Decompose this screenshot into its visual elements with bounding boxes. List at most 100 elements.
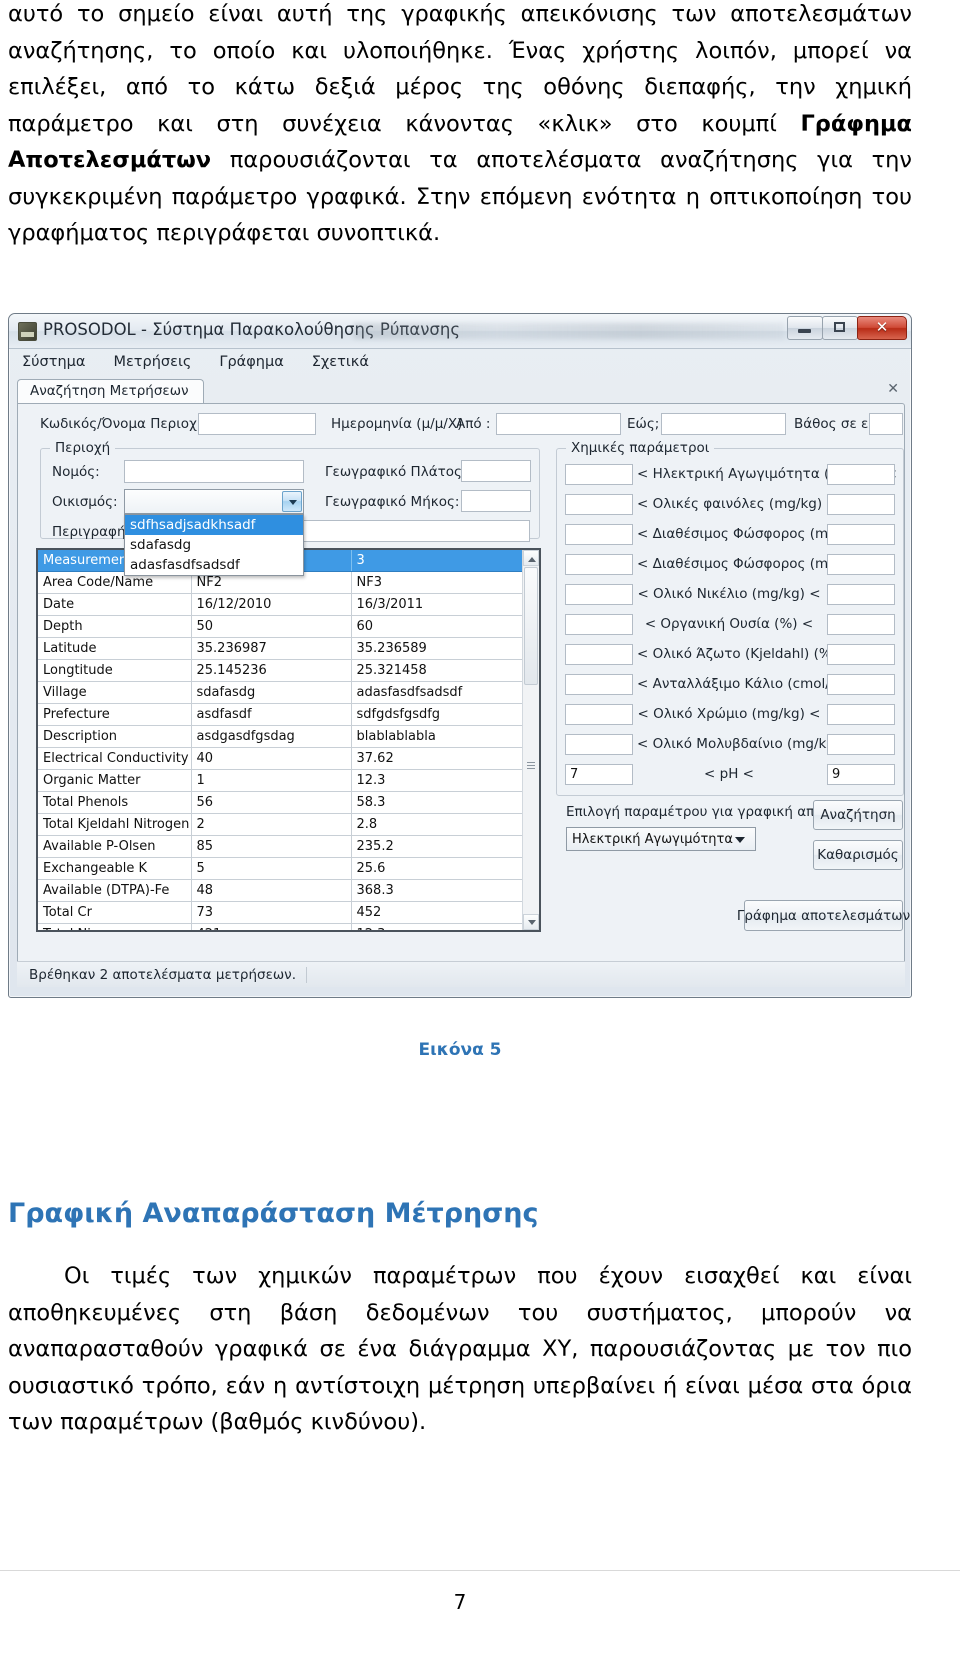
results-grid[interactable]: Measurement Id23Area Code/NameNF2NF3Date… bbox=[36, 548, 541, 932]
document-page: αυτό το σημείο είναι αυτή της γραφικής α… bbox=[0, 0, 960, 1657]
chem-parameter-label: < pH < bbox=[704, 766, 754, 782]
chem-max-input[interactable] bbox=[827, 644, 895, 665]
table-row[interactable]: Village sdafasdg adasfasdfsadsdf bbox=[38, 681, 539, 704]
date-from-label: Από : bbox=[456, 416, 491, 432]
chem-parameter-label: < Ολικές φαινόλες (mg/kg) < bbox=[637, 496, 838, 512]
table-row[interactable]: Exchangeable K 5 25.6 bbox=[38, 857, 539, 880]
depth-input[interactable] bbox=[869, 413, 903, 435]
minimize-button[interactable] bbox=[787, 316, 823, 340]
table-cell: 50 bbox=[191, 615, 352, 638]
chem-min-input[interactable] bbox=[565, 614, 633, 635]
page-number: 7 bbox=[453, 1590, 467, 1614]
table-cell: Prefecture bbox=[38, 703, 192, 726]
chem-max-input[interactable] bbox=[827, 764, 895, 785]
table-cell: 452 bbox=[351, 901, 539, 924]
dropdown-option-2[interactable]: adasfasdfsadsdf bbox=[125, 555, 303, 575]
graph-parameter-combo[interactable]: Ηλεκτρική Αγωγιμότητα bbox=[566, 827, 756, 851]
table-row[interactable]: Available P-Olsen 85 235.2 bbox=[38, 835, 539, 858]
table-row[interactable]: Total Ni42112.3 bbox=[38, 923, 539, 930]
table-cell: 1 bbox=[191, 769, 352, 792]
chem-min-input[interactable] bbox=[565, 494, 633, 515]
scroll-down-icon[interactable] bbox=[523, 914, 539, 930]
longitude-label: Γεωγραφικό Μήκος: bbox=[325, 494, 460, 510]
table-cell: Exchangeable K bbox=[38, 857, 192, 880]
graph-results-button[interactable]: Γράφημα αποτελεσμάτων bbox=[737, 900, 910, 931]
clear-button[interactable]: Καθαρισμός bbox=[813, 840, 903, 870]
table-row[interactable]: Total Kjeldahl Nitrogen 2 2.8 bbox=[38, 813, 539, 836]
settlement-dropdown-list[interactable]: sdfhsadjsadkhsadf sdafasdg adasfasdfsads… bbox=[124, 514, 304, 576]
table-row[interactable]: Total Phenols 56 58.3 bbox=[38, 791, 539, 814]
table-cell: Available P-Olsen bbox=[38, 835, 192, 858]
chem-min-input[interactable] bbox=[565, 464, 633, 485]
table-row[interactable]: Available (DTPA)-Fe 48 368.3 bbox=[38, 879, 539, 902]
chem-min-input[interactable] bbox=[565, 554, 633, 575]
table-row[interactable]: Description asdgasdfgsdag blablablabla bbox=[38, 725, 539, 748]
chem-parameter-label: < Ολικό Χρώμιο (mg/kg) < bbox=[637, 706, 821, 722]
chem-max-input[interactable] bbox=[827, 524, 895, 545]
date-from-combo[interactable] bbox=[496, 413, 621, 435]
menu-item-graph[interactable]: Γράφημα bbox=[216, 353, 286, 371]
chem-parameter-row: < Ολικό Άζωτο (Kjeldahl) (%) < bbox=[557, 641, 903, 671]
chem-max-input[interactable] bbox=[827, 494, 895, 515]
table-cell: blablablabla bbox=[351, 725, 539, 748]
table-row[interactable]: Latitude 35.236987 35.236589 bbox=[38, 637, 539, 660]
latitude-input[interactable] bbox=[461, 460, 531, 482]
chem-parameter-row: < Ανταλλάξιμο Κάλιο (cmol/kg) < bbox=[557, 671, 903, 701]
tab-search-measurements[interactable]: Αναζήτηση Μετρήσεων bbox=[17, 379, 204, 403]
chem-min-input[interactable] bbox=[565, 764, 633, 785]
chem-min-input[interactable] bbox=[565, 644, 633, 665]
menu-item-system[interactable]: Σύστημα bbox=[19, 353, 88, 371]
title-bar-blur-artifact bbox=[354, 323, 784, 339]
close-button[interactable]: ✕ bbox=[857, 316, 907, 340]
scroll-thumb[interactable] bbox=[524, 567, 538, 685]
table-row[interactable]: Total Cr 73 452 bbox=[38, 901, 539, 924]
chem-max-input[interactable] bbox=[827, 464, 895, 485]
chem-max-input[interactable] bbox=[827, 674, 895, 695]
tab-close-icon[interactable]: ✕ bbox=[887, 381, 899, 397]
chem-min-input[interactable] bbox=[565, 524, 633, 545]
chem-min-input[interactable] bbox=[565, 674, 633, 695]
table-row[interactable]: Organic Matter 1 12.3 bbox=[38, 769, 539, 792]
table-cell: Total Kjeldahl Nitrogen bbox=[38, 813, 192, 836]
prefecture-combo[interactable] bbox=[124, 460, 304, 483]
settlement-combo[interactable] bbox=[124, 489, 304, 514]
scroll-up-icon[interactable] bbox=[523, 550, 539, 566]
chem-parameter-row: < Οργανική Ουσία (%) < bbox=[557, 611, 903, 641]
chem-parameter-label: < Διαθέσιμος Φώσφορος (mg/kg) < bbox=[637, 526, 879, 542]
chem-parameter-row: < Ολικό Νικέλιο (mg/kg) < bbox=[557, 581, 903, 611]
chem-min-input[interactable] bbox=[565, 584, 633, 605]
chem-min-input[interactable] bbox=[565, 734, 633, 755]
chem-max-input[interactable] bbox=[827, 704, 895, 725]
table-cell: Organic Matter bbox=[38, 769, 192, 792]
date-to-combo[interactable] bbox=[661, 413, 786, 435]
table-row[interactable]: Longtitude 25.145236 25.321458 bbox=[38, 659, 539, 682]
menu-item-measurements[interactable]: Μετρήσεις bbox=[110, 353, 194, 371]
table-cell: 16/12/2010 bbox=[191, 593, 352, 616]
menu-item-about[interactable]: Σχετικά bbox=[309, 353, 372, 371]
maximize-button[interactable] bbox=[822, 316, 858, 340]
chem-max-input[interactable] bbox=[827, 734, 895, 755]
search-button[interactable]: Αναζήτηση bbox=[813, 800, 903, 830]
table-cell: 40 bbox=[191, 747, 352, 770]
table-cell: 16/3/2011 bbox=[351, 593, 539, 616]
table-cell: Latitude bbox=[38, 637, 192, 660]
chem-max-input[interactable] bbox=[827, 554, 895, 575]
table-row[interactable]: Depth 50 60 bbox=[38, 615, 539, 638]
chem-parameter-label: < Οργανική Ουσία (%) < bbox=[644, 616, 814, 632]
chem-max-input[interactable] bbox=[827, 614, 895, 635]
dropdown-option-0[interactable]: sdfhsadjsadkhsadf bbox=[125, 515, 303, 535]
area-code-input[interactable] bbox=[198, 413, 316, 435]
longitude-input[interactable] bbox=[461, 490, 531, 512]
table-row[interactable]: Prefecture asdfasdf sdfgdsfgsdfg bbox=[38, 703, 539, 726]
table-row[interactable]: Date 16/12/2010 16/3/2011 bbox=[38, 593, 539, 616]
dropdown-option-1[interactable]: sdafasdg bbox=[125, 535, 303, 555]
chem-parameter-row: < Διαθέσιμος Φώσφορος (mg/kg) < bbox=[557, 521, 903, 551]
chem-min-input[interactable] bbox=[565, 704, 633, 725]
chevron-down-icon[interactable] bbox=[282, 491, 302, 512]
chem-parameter-row: < Ηλεκτρική Αγωγιμότητα (mS/cm) < bbox=[557, 461, 903, 491]
chem-parameter-label: < Ολικό Μολυβδαίνιο (mg/kg) < bbox=[637, 736, 856, 752]
chem-max-input[interactable] bbox=[827, 584, 895, 605]
grid-vertical-scrollbar[interactable] bbox=[522, 550, 539, 930]
chem-parameter-label: < Ανταλλάξιμο Κάλιο (cmol/kg) < bbox=[637, 676, 868, 692]
table-row[interactable]: Electrical Conductivity 40 37.62 bbox=[38, 747, 539, 770]
